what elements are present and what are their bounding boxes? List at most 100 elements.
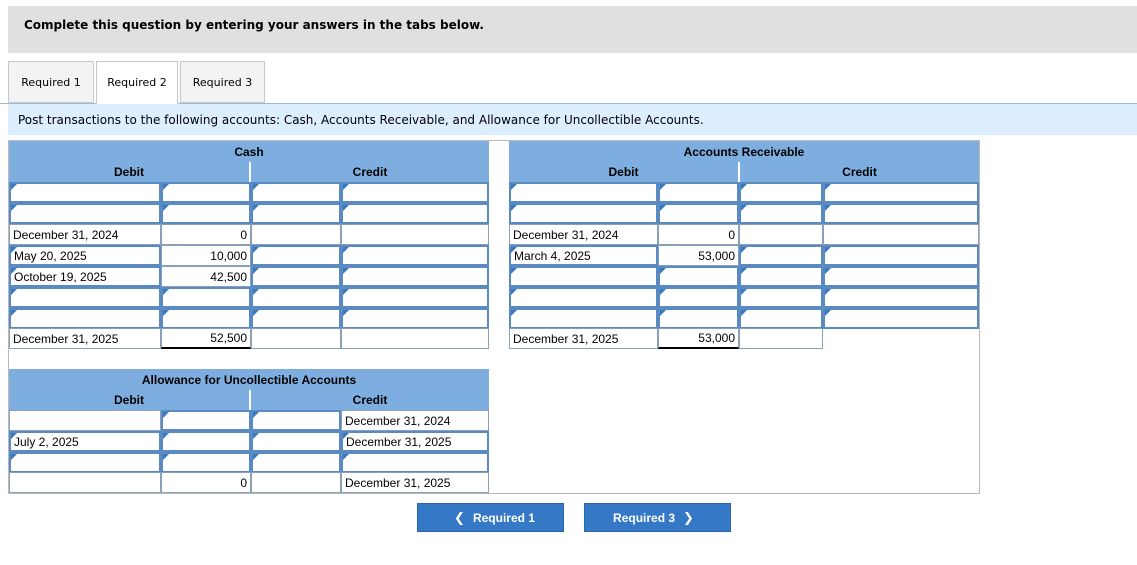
ar-credit-amount <box>739 224 823 245</box>
ar-credit-date-input[interactable] <box>823 203 979 224</box>
cash-debit-amount-input[interactable] <box>161 308 251 329</box>
allowance-ending-debit-amount: 0 <box>161 472 251 493</box>
cash-debit-date-input[interactable] <box>9 203 161 224</box>
ar-title: Accounts Receivable <box>509 141 979 162</box>
cash-credit-header: Credit <box>251 162 489 182</box>
prev-button-label: Required 1 <box>472 510 535 525</box>
cash-credit-date-input[interactable] <box>341 287 489 308</box>
cash-credit-date-input[interactable] <box>341 203 489 224</box>
allowance-debit-header: Debit <box>9 390 249 410</box>
cash-debit-date-input[interactable]: October 19, 2025 <box>9 266 161 287</box>
cash-debit-amount-input[interactable] <box>161 287 251 308</box>
ar-credit-date-input[interactable] <box>823 182 979 203</box>
ar-debit-amount: 53,000 <box>658 245 739 266</box>
allowance-debit-date-input[interactable]: July 2, 2025 <box>9 431 161 452</box>
allowance-debit-amount-input[interactable] <box>161 410 251 431</box>
next-button-label: Required 3 <box>613 510 676 525</box>
cash-ending-credit <box>251 328 341 349</box>
ar-credit-date-input[interactable] <box>823 308 979 329</box>
cash-debit-date-input[interactable] <box>9 182 161 203</box>
ar-debit-date-input[interactable] <box>509 287 658 308</box>
ar-debit-amount-input[interactable] <box>658 308 739 329</box>
ar-debit-date-input[interactable] <box>509 308 658 329</box>
ar-credit-header: Credit <box>740 162 979 182</box>
cash-credit-date-input[interactable] <box>341 182 489 203</box>
question-header-text: Complete this question by entering your … <box>24 18 484 32</box>
ar-debit-amount-input[interactable] <box>658 203 739 224</box>
allowance-debit-date <box>9 410 161 431</box>
ar-debit-amount-input[interactable] <box>658 182 739 203</box>
cash-credit-amount-input[interactable] <box>251 308 341 329</box>
allowance-credit-date-input[interactable]: December 31, 2025 <box>341 431 489 452</box>
ar-ending-date: December 31, 2025 <box>509 328 658 349</box>
cash-credit-amount <box>251 224 341 245</box>
ar-title-text: Accounts Receivable <box>683 144 805 159</box>
next-required-3-button[interactable]: Required 3 ❯ <box>584 503 731 532</box>
tab-label: Required 2 <box>107 76 167 89</box>
ar-credit-amount-input[interactable] <box>739 203 823 224</box>
cash-debit-date-input[interactable] <box>9 308 161 329</box>
allowance-credit-header: Credit <box>251 390 489 410</box>
cash-title-text: Cash <box>234 144 264 159</box>
ar-debit-header: Debit <box>509 162 738 182</box>
cash-debit-date-input[interactable] <box>9 287 161 308</box>
allowance-debit-amount-input[interactable] <box>161 431 251 452</box>
cash-debit-date-input[interactable]: May 20, 2025 <box>9 245 161 266</box>
allowance-credit-amount-input[interactable] <box>251 452 341 473</box>
cash-debit-amount: 10,000 <box>161 245 251 266</box>
ar-credit-label: Credit <box>842 165 877 179</box>
cash-credit-label: Credit <box>352 165 388 179</box>
ar-credit-amount-input[interactable] <box>739 308 823 329</box>
ar-credit-date-input[interactable] <box>823 287 979 308</box>
ar-credit-amount-input[interactable] <box>739 182 823 203</box>
ar-credit-amount-input[interactable] <box>739 287 823 308</box>
cash-credit-amount-input[interactable] <box>251 203 341 224</box>
tab-required-1[interactable]: Required 1 <box>8 61 94 103</box>
ar-credit-amount-input[interactable] <box>739 245 823 266</box>
allowance-credit-date: December 31, 2024 <box>341 410 489 431</box>
cash-debit-label: Debit <box>114 165 144 179</box>
cash-ending-date: December 31, 2025 <box>9 328 161 349</box>
cash-ending-credit-date <box>341 328 489 349</box>
allowance-credit-amount-input[interactable] <box>251 410 341 431</box>
ar-debit-amount-input[interactable] <box>658 287 739 308</box>
ar-debit-amount-input[interactable] <box>658 266 739 287</box>
chevron-right-icon: ❯ <box>683 509 694 525</box>
tab-required-3[interactable]: Required 3 <box>180 61 265 103</box>
allowance-debit-label: Debit <box>114 393 144 407</box>
allowance-debit-date-input[interactable] <box>9 452 161 473</box>
ar-debit-label: Debit <box>608 165 639 179</box>
ar-credit-date-input[interactable] <box>823 266 979 287</box>
cash-debit-amount-input[interactable] <box>161 203 251 224</box>
cash-balance-date: December 31, 2024 <box>9 224 161 245</box>
cash-credit-date-input[interactable] <box>341 245 489 266</box>
cash-debit-header: Debit <box>9 162 249 182</box>
cash-credit-date-input[interactable] <box>341 266 489 287</box>
ar-credit-date-input[interactable] <box>823 245 979 266</box>
ar-debit-date-input[interactable] <box>509 266 658 287</box>
cash-credit-amount-input[interactable] <box>251 266 341 287</box>
cash-credit-amount-input[interactable] <box>251 245 341 266</box>
ar-credit-amount-input[interactable] <box>739 266 823 287</box>
prev-required-1-button[interactable]: ❮ Required 1 <box>417 503 564 532</box>
allowance-credit-label: Credit <box>352 393 388 407</box>
ar-debit-date-input[interactable]: March 4, 2025 <box>509 245 658 266</box>
ar-debit-date-input[interactable] <box>509 203 658 224</box>
cash-balance-amount: 0 <box>161 224 251 245</box>
cash-credit-date-input[interactable] <box>341 308 489 329</box>
cash-credit-amount-input[interactable] <box>251 287 341 308</box>
instruction-banner: Post transactions to the following accou… <box>8 104 1137 135</box>
chevron-left-icon: ❮ <box>454 509 465 525</box>
cash-debit-amount-input[interactable] <box>161 182 251 203</box>
allowance-ending-credit-date: December 31, 2025 <box>341 472 489 493</box>
allowance-title: Allowance for Uncollectible Accounts <box>9 369 489 390</box>
tab-required-2[interactable]: Required 2 <box>96 61 178 104</box>
tab-label: Required 3 <box>192 75 253 89</box>
allowance-title-text: Allowance for Uncollectible Accounts <box>141 372 357 387</box>
ar-ending-credit <box>739 328 823 349</box>
allowance-debit-amount-input[interactable] <box>161 452 251 473</box>
allowance-credit-amount-input[interactable] <box>251 431 341 452</box>
cash-credit-amount-input[interactable] <box>251 182 341 203</box>
allowance-credit-date-input[interactable] <box>341 452 489 473</box>
ar-debit-date-input[interactable] <box>509 182 658 203</box>
